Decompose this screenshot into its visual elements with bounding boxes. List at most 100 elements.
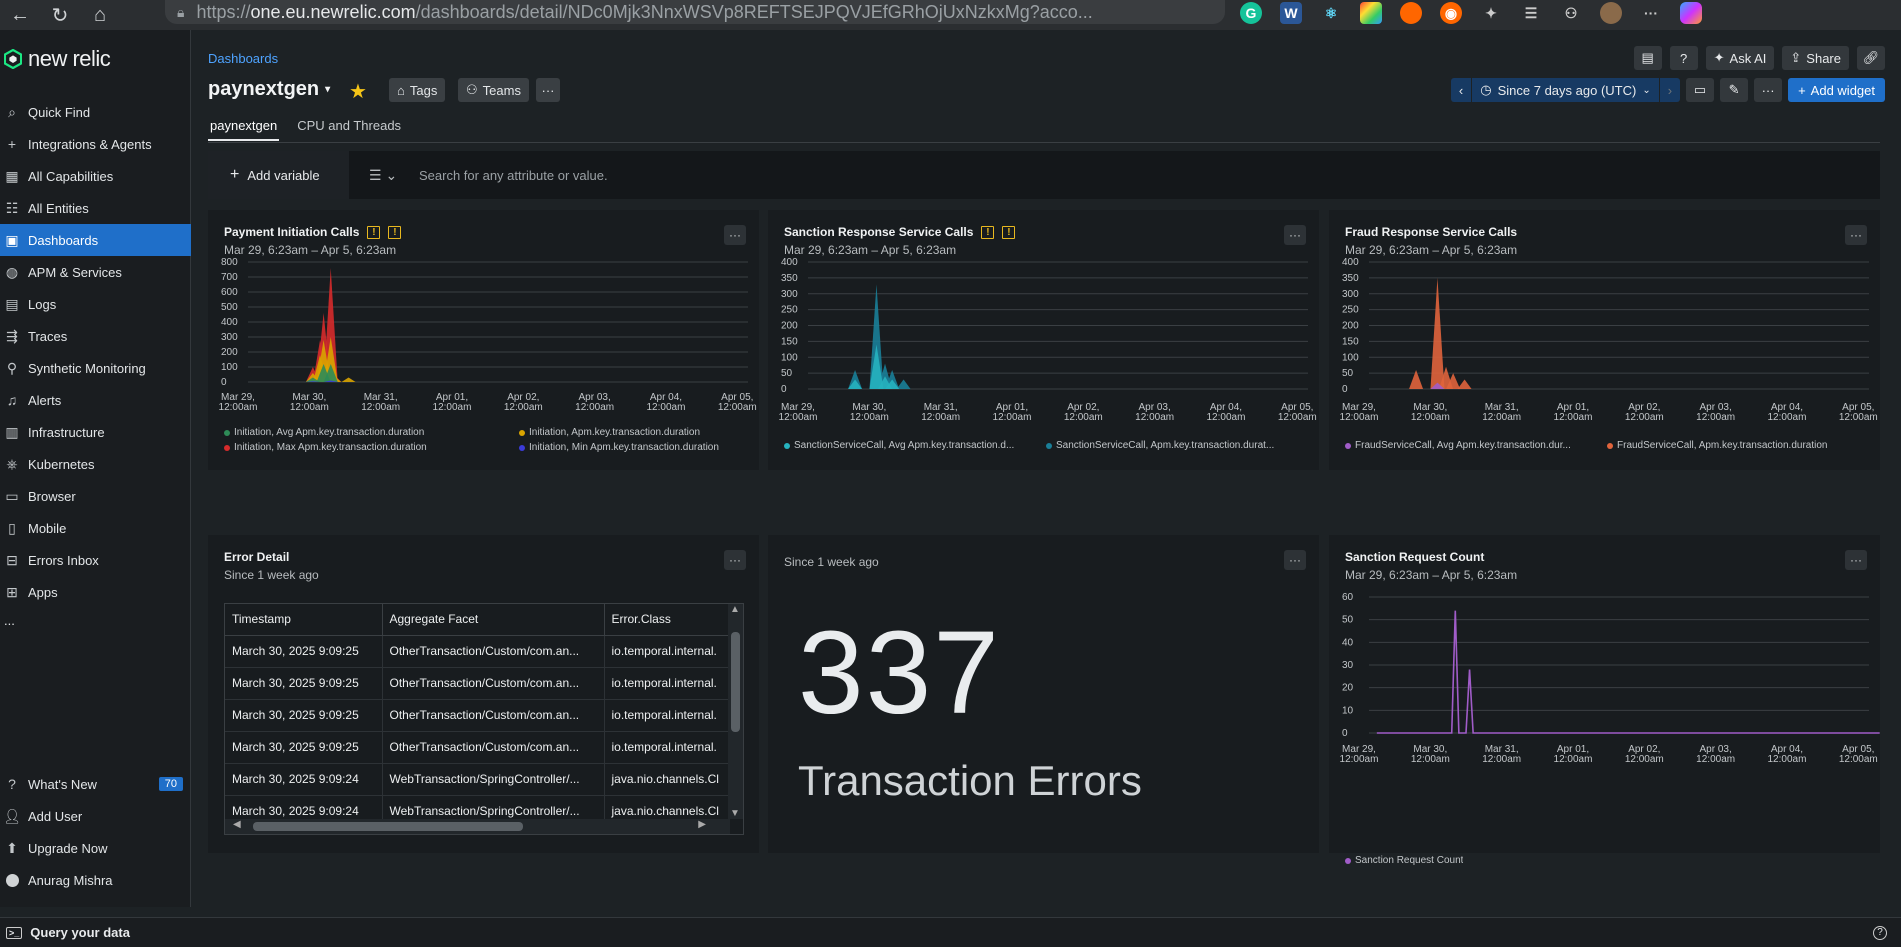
legend-item[interactable]: SanctionServiceCall, Apm.key.transaction… <box>1046 440 1296 451</box>
help-button[interactable]: ? <box>1669 46 1698 70</box>
sidebar-item-quick-find[interactable]: ⌕ Quick Find <box>0 96 191 128</box>
edit-button[interactable]: ✎ <box>1720 78 1749 102</box>
table-row[interactable]: March 30, 2025 9:09:25 OtherTransaction/C… <box>225 731 730 764</box>
share-button[interactable]: ⇪ Share <box>1782 46 1849 70</box>
horizontal-scrollbar[interactable]: ◀ ▶ <box>225 819 730 834</box>
home-icon[interactable]: ⌂ <box>80 4 120 27</box>
scroll-thumb[interactable] <box>731 632 740 732</box>
sidebar-item-add-user[interactable]: 👤︎ Add User <box>0 800 191 832</box>
column-header[interactable]: Error.Class <box>604 604 730 636</box>
table-row[interactable]: March 30, 2025 9:09:25 OtherTransaction/C… <box>225 635 730 668</box>
billboard-value: 337 <box>798 607 1001 739</box>
sidebar-item-apm-services[interactable]: ◍ APM & Services <box>0 256 191 288</box>
chevron-left-icon[interactable]: ‹ <box>1451 78 1473 102</box>
react-icon[interactable]: ⚛ <box>1320 2 1342 24</box>
legend-dot <box>519 444 525 451</box>
dashboard-more-button[interactable]: ··· <box>1754 78 1783 102</box>
add-widget-button[interactable]: + Add widget <box>1788 78 1885 102</box>
chevron-right-icon[interactable]: › <box>1660 78 1680 102</box>
logo[interactable]: new relic <box>4 46 111 72</box>
billboard-label: Transaction Errors <box>798 757 1142 804</box>
comments-button[interactable]: ▤ <box>1633 46 1662 70</box>
link-button[interactable]: 🔗︎ <box>1857 46 1885 70</box>
legend-item[interactable]: Initiation, Avg Apm.key.transaction.dura… <box>224 427 479 438</box>
query-your-data-bar[interactable]: >_ Query your data ? <box>0 917 1901 947</box>
time-picker[interactable]: ‹ ◷ Since 7 days ago (UTC) ⌄ › <box>1450 78 1681 102</box>
ask-ai-button[interactable]: ✦ Ask AI <box>1705 46 1775 70</box>
legend-item[interactable]: Initiation, Min Apm.key.transaction.dura… <box>519 442 774 453</box>
sidebar-item-all-entities[interactable]: ☷ All Entities <box>0 192 191 224</box>
table-row[interactable]: March 30, 2025 9:09:24 WebTransaction/Spr… <box>225 763 730 796</box>
table-row[interactable]: March 30, 2025 9:09:25 OtherTransaction/C… <box>225 699 730 732</box>
tab-paynextgen[interactable]: paynextgen <box>208 118 280 141</box>
rss-icon[interactable]: ◉ <box>1440 2 1462 24</box>
sidebar-item-profile[interactable]: Anurag Mishra <box>0 864 191 896</box>
chevron-down-icon: ▾ <box>325 84 331 95</box>
help-icon[interactable]: ? <box>1873 925 1887 940</box>
scroll-up-icon[interactable]: ▲ <box>730 604 740 615</box>
sidebar-item-kubernetes[interactable]: ⎈ Kubernetes <box>0 448 191 480</box>
favorites-icon[interactable]: ☰ <box>1520 2 1542 24</box>
scroll-right-icon[interactable]: ▶ <box>698 819 706 830</box>
sidebar-item-dashboards[interactable]: ▣ Dashboards <box>0 224 191 256</box>
filter-search-input[interactable]: Search for any attribute or value. <box>419 168 608 183</box>
time-range-select[interactable]: ◷ Since 7 days ago (UTC) ⌄ <box>1472 78 1660 102</box>
y-tick-label: 50 <box>1342 368 1354 379</box>
page-title[interactable]: paynextgen ▾ <box>208 78 330 101</box>
x-tick-label: 12:00am <box>1625 754 1664 765</box>
title-more-button[interactable]: ··· <box>536 78 560 102</box>
legend-item[interactable]: Initiation, Max Apm.key.transaction.dura… <box>224 442 479 453</box>
legend-item[interactable]: Initiation, Apm.key.transaction.duration <box>519 427 774 438</box>
word-icon[interactable]: W <box>1280 2 1302 24</box>
breadcrumb[interactable]: Dashboards <box>208 51 278 66</box>
sidebar-item-traces[interactable]: ⇶ Traces <box>0 320 191 352</box>
grammarly-icon[interactable]: G <box>1240 2 1262 24</box>
extension-orange-icon[interactable] <box>1400 2 1422 24</box>
browser-menu-icon[interactable]: ··· <box>1640 2 1662 24</box>
add-variable-button[interactable]: + Add variable <box>208 151 349 199</box>
scroll-down-icon[interactable]: ▼ <box>730 808 740 819</box>
sidebar-item-browser[interactable]: ▭ Browser <box>0 480 191 512</box>
mobile-icon: ▯ <box>8 519 16 536</box>
legend-item[interactable]: FraudServiceCall, Avg Apm.key.transactio… <box>1345 440 1595 451</box>
widget-menu-button[interactable]: ··· <box>1284 550 1306 570</box>
legend-item[interactable]: SanctionServiceCall, Avg Apm.key.transac… <box>784 440 1034 451</box>
sidebar-item-logs[interactable]: ▤ Logs <box>0 288 191 320</box>
widget-menu-button[interactable]: ··· <box>724 550 746 570</box>
scroll-thumb[interactable] <box>253 822 523 831</box>
sidebar-more[interactable]: ... <box>0 608 191 632</box>
profile-icon[interactable]: ⚇ <box>1560 2 1582 24</box>
reload-icon[interactable]: ↻ <box>40 3 80 28</box>
sidebar-item-mobile[interactable]: ▯ Mobile <box>0 512 191 544</box>
sidebar-item-upgrade[interactable]: ⬆ Upgrade Now <box>0 832 191 864</box>
palette-icon[interactable] <box>1360 2 1382 24</box>
sidebar-item-errors-inbox[interactable]: ⊟ Errors Inbox <box>0 544 191 576</box>
sidebar-item-alerts[interactable]: ♫ Alerts <box>0 384 191 416</box>
legend-item[interactable]: FraudServiceCall, Apm.key.transaction.du… <box>1607 440 1857 451</box>
favorite-star-icon[interactable]: ★ <box>349 79 367 104</box>
scroll-left-icon[interactable]: ◀ <box>233 819 241 830</box>
column-header[interactable]: Timestamp <box>225 604 383 636</box>
url-bar[interactable]: 🔒︎ https://one.eu.newrelic.com/dashboard… <box>165 0 1225 24</box>
sidebar-item-synthetic-monitoring[interactable]: ⚲ Synthetic Monitoring <box>0 352 191 384</box>
legend-item[interactable]: Sanction Request Count <box>1345 855 1463 866</box>
sidebar-item-whats-new[interactable]: ? What's New 70 <box>0 768 191 800</box>
tags-button[interactable]: ⌂ Tags <box>389 78 446 102</box>
puzzle-icon[interactable]: ✦ <box>1480 2 1502 24</box>
tab-cpu-and-threads[interactable]: CPU and Threads <box>295 118 403 141</box>
vertical-scrollbar[interactable]: ▲ ▼ <box>728 604 743 819</box>
url-path: /dashboards/detail/NDc0Mjk3NnxWSVp8REFTS… <box>415 1 1093 22</box>
sidebar-item-infrastructure[interactable]: ▥ Infrastructure <box>0 416 191 448</box>
sidebar-item-integrations-agents[interactable]: + Integrations & Agents <box>0 128 191 160</box>
table-row[interactable]: March 30, 2025 9:09:25 OtherTransaction/C… <box>225 667 730 700</box>
sidebar-item-apps[interactable]: ⊞ Apps <box>0 576 191 608</box>
x-tick-label: 12:00am <box>1839 412 1878 423</box>
teams-button[interactable]: ⚇ Teams <box>458 78 529 102</box>
avatar[interactable] <box>1600 2 1622 24</box>
copilot-icon[interactable] <box>1680 2 1702 24</box>
tv-mode-button[interactable]: ▭ <box>1686 78 1715 102</box>
filter-icon[interactable]: ☰ ⌄ <box>369 167 409 184</box>
column-header[interactable]: Aggregate Facet <box>382 604 605 636</box>
sidebar-item-all-capabilities[interactable]: ▦ All Capabilities <box>0 160 191 192</box>
back-icon[interactable]: ← <box>0 4 40 27</box>
